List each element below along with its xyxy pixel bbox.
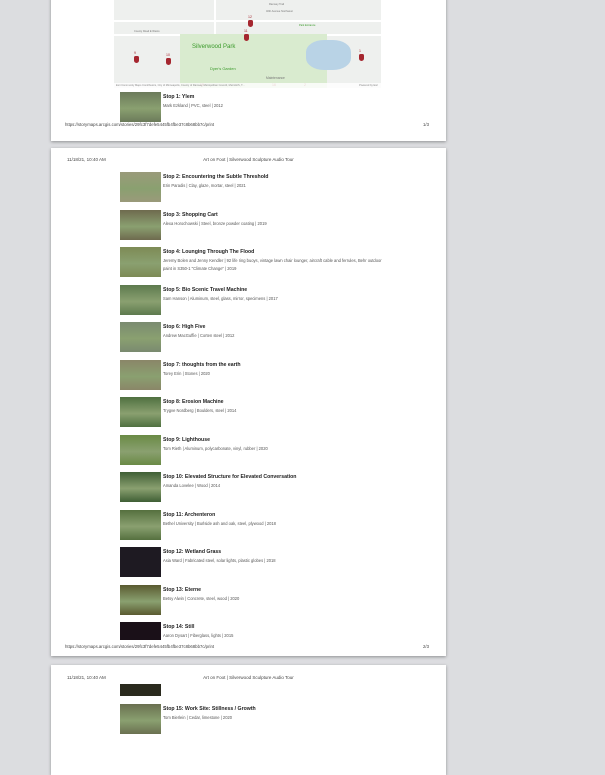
stop-details: Tom Rieth | Aluminum, polycarbonate, vin…	[163, 445, 268, 451]
stop-title: Stop 6: High Five	[163, 324, 206, 330]
map-pin-number: 11	[244, 29, 248, 33]
stop-title: Stop 3: Shopping Cart	[163, 211, 218, 218]
stop-title: Stop 15: Work Site: Stillness / Growth	[163, 706, 256, 712]
stop-thumbnail	[120, 172, 161, 202]
stop-item[interactable]: Stop 2: Encountering the Subtle Threshol…	[120, 172, 420, 202]
stop-title: Stop 2: Encountering the Subtle Threshol…	[163, 174, 269, 180]
stop-item[interactable]: Stop 12: Wetland Grass Asia Ward | Fabric…	[120, 547, 420, 577]
lake	[306, 40, 351, 70]
map-pin-icon[interactable]: 1	[359, 49, 364, 61]
street-label: Ramsey Trail	[269, 3, 285, 6]
tour-map[interactable]: 40th Avenue Northwest County Road E West…	[114, 0, 381, 88]
stop-title: Stop 4: Lounging Through The Flood	[163, 249, 255, 255]
stop-title: Stop 8: Erosion Machine	[163, 399, 224, 405]
map-pin-number: 10	[166, 53, 170, 57]
print-page-3: 11/18/21, 10:40 AM Art on Foot | Silverw…	[51, 665, 446, 775]
stop-item[interactable]: Stop 9: Lighthouse Tom Rieth | Aluminum, …	[120, 434, 420, 465]
stop-details: Tom Bierlein | Cedar, limestone | 2020	[163, 715, 233, 720]
stop-item[interactable]: Stop 15: Work Site: Stillness / Growth To…	[120, 704, 420, 734]
header-title: Art on Foot | Silverwood Sculpture Audio…	[203, 157, 294, 162]
stop-details: Erin Paradis | Clay, glaze, mortar, stee…	[163, 183, 246, 188]
stop-details: Trygve Nordberg | Boulders, steel | 2014	[163, 408, 237, 413]
stop-title: Stop 14: Still	[163, 624, 195, 630]
park-label: Silverwood Park	[192, 44, 236, 50]
stop-details: Amanda Lovelee | Wood | 2014	[163, 483, 221, 488]
stop-item[interactable]: Stop 13: Eterne Betsy Alwin | Concrete, s…	[120, 584, 420, 615]
stop-item[interactable]: Stop 1: Ylem Mark Ezkland | PVC, steel | …	[120, 92, 420, 122]
stop-details: Andrew MacGuffie | Corten steel | 2012	[163, 333, 235, 338]
stop-details: Betsy Alwin | Concrete, steel, wood | 20…	[163, 595, 240, 601]
stop-item[interactable]: Stop 11: Archenteron Bethel University | …	[120, 509, 420, 540]
maintenance-label: Maintenance	[266, 76, 285, 80]
stop-thumbnail-continued	[120, 684, 161, 696]
stop-thumbnail	[120, 92, 161, 122]
stop-title: Stop 11: Archenteron	[163, 511, 216, 518]
footer-url: https://storymaps.arcgis.com/stories/29f…	[65, 644, 215, 649]
stop-thumbnail	[120, 509, 161, 540]
stop-title: Stop 9: Lighthouse	[163, 436, 210, 443]
map-pin-icon[interactable]: 10	[166, 53, 171, 65]
stop-thumbnail	[120, 284, 161, 315]
page-number: 2/3	[423, 644, 429, 649]
stop-title: Stop 13: Eterne	[163, 586, 202, 593]
print-page-1: 40th Avenue Northwest County Road E West…	[51, 0, 446, 141]
stop-title: Stop 5: Bio Scenic Travel Machine	[163, 286, 248, 293]
stop-item[interactable]: Stop 5: Bio Scenic Travel Machine Sam Han…	[120, 284, 420, 315]
stop-item[interactable]: Stop 7: thoughts from the earth Torey Eri…	[120, 359, 420, 390]
stop-thumbnail	[120, 397, 161, 427]
stop-details: Torey Erin | Stones | 2020	[163, 370, 210, 376]
street-label: 40th Avenue Northwest	[266, 10, 293, 13]
stop-details: Asia Ward | Fabricated steel, solar ligh…	[163, 558, 276, 563]
stop-thumbnail	[120, 622, 161, 640]
print-page-2: 11/18/21, 10:40 AM Art on Foot | Silverw…	[51, 148, 446, 656]
stop-details: Bethel University | Burlside ash and oak…	[163, 520, 276, 526]
stop-item[interactable]: Stop 6: High Five Andrew MacGuffie | Cort…	[120, 322, 420, 352]
stop-details: Aaron Dysart | Fiberglass, lights | 2015	[163, 633, 234, 638]
stop-details: Jeremy Bolen and Jenny Kendler | 92 life…	[163, 258, 382, 271]
map-pin-icon[interactable]: 9	[134, 51, 139, 63]
header-title: Art on Foot | Silverwood Sculpture Audio…	[203, 675, 294, 680]
map-pin-number: 9	[134, 51, 136, 55]
stop-item[interactable]: Stop 8: Erosion Machine Trygve Nordberg |…	[120, 397, 420, 427]
garden-label: Dyer's Garden	[210, 66, 236, 71]
map-pin-icon[interactable]: 12	[248, 15, 253, 27]
stop-item[interactable]: Stop 10: Elevated Structure for Elevated…	[120, 472, 420, 502]
stop-thumbnail	[120, 434, 161, 465]
stop-title: Stop 7: thoughts from the earth	[163, 361, 241, 368]
street-label: Park Entrance	[299, 24, 316, 27]
map-pin-number: 1	[359, 49, 361, 53]
map-pin-icon[interactable]: 11	[244, 29, 249, 41]
stop-title: Stop 1: Ylem	[163, 94, 195, 100]
stop-thumbnail	[120, 359, 161, 390]
stop-item[interactable]: Stop 3: Shopping Cart Alexa Horochowski |…	[120, 209, 420, 240]
footer-url: https://storymaps.arcgis.com/stories/29f…	[65, 122, 215, 127]
stop-thumbnail	[120, 584, 161, 615]
stop-details: Sam Hanson | Aluminum, steel, glass, mir…	[163, 295, 278, 301]
stop-thumbnail	[120, 247, 161, 277]
stop-title: Stop 12: Wetland Grass	[163, 549, 222, 555]
stop-thumbnail	[120, 472, 161, 502]
stop-item[interactable]: Stop 4: Lounging Through The Flood Jeremy…	[120, 247, 420, 277]
stop-title: Stop 10: Elevated Structure for Elevated…	[163, 474, 297, 480]
street-label: County Road E Westo	[134, 30, 160, 33]
stop-thumbnail	[120, 322, 161, 352]
stop-thumbnail	[120, 209, 161, 240]
map-pin-number: 12	[248, 15, 252, 19]
stop-details: Mark Ezkland | PVC, steel | 2012	[163, 103, 223, 108]
map-attribution: Esri Community Maps Contributors, City o…	[114, 83, 381, 88]
park-area	[180, 34, 327, 88]
stop-details: Alexa Horochowski | Steel, bronze powder…	[163, 220, 267, 226]
stop-thumbnail	[120, 547, 161, 577]
page-number: 1/3	[423, 122, 429, 127]
stop-thumbnail	[120, 704, 161, 734]
